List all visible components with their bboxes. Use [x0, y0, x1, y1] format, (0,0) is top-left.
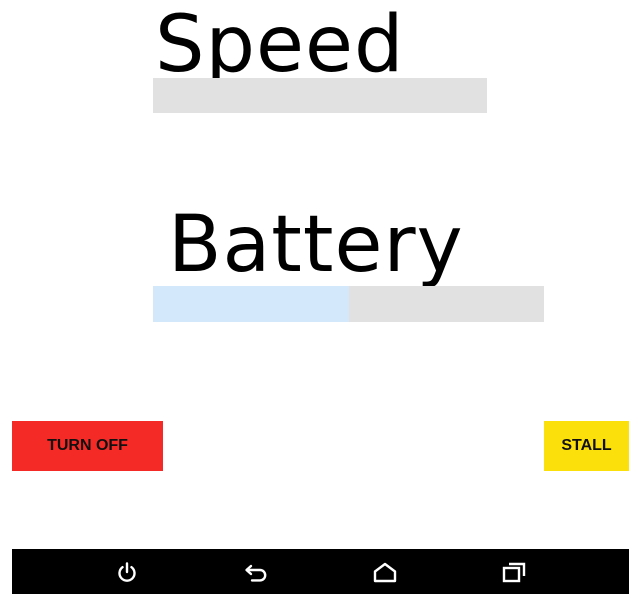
system-navigation-bar: [12, 549, 629, 594]
speed-progress-bar: [153, 78, 487, 113]
speed-label: Speed: [155, 0, 405, 90]
stall-button[interactable]: STALL: [544, 421, 629, 471]
app-screen: Speed Battery TURN OFF STALL: [0, 0, 629, 594]
battery-label: Battery: [168, 200, 464, 290]
home-icon[interactable]: [370, 557, 400, 587]
power-icon[interactable]: [112, 557, 142, 587]
back-icon[interactable]: [242, 557, 272, 587]
turn-off-button[interactable]: TURN OFF: [12, 421, 163, 471]
battery-progress-bar: [153, 286, 544, 322]
recents-icon[interactable]: [499, 557, 529, 587]
battery-progress-fill: [153, 286, 349, 322]
